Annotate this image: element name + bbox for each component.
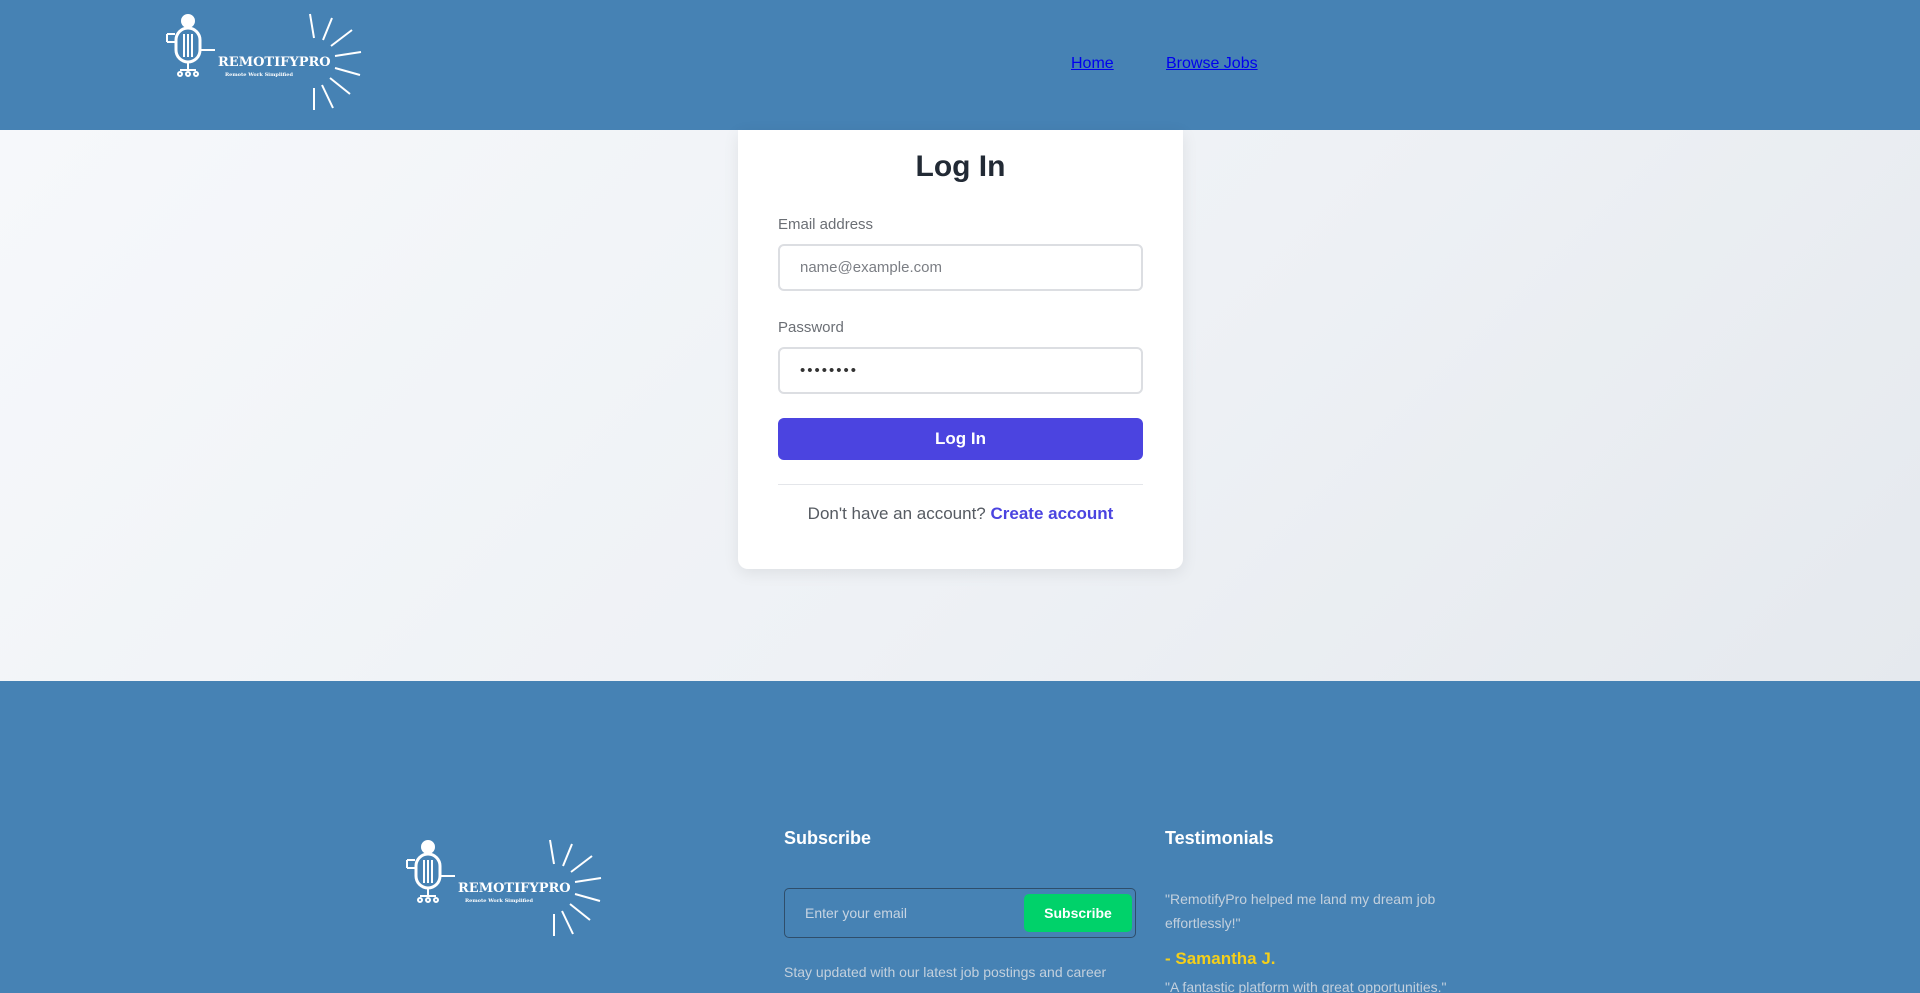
- login-button[interactable]: Log In: [778, 418, 1143, 460]
- subscribe-button[interactable]: Subscribe: [1024, 894, 1132, 932]
- logo-wordmark: REMOTIFYPRO: [218, 55, 331, 70]
- divider: [778, 484, 1143, 485]
- subscribe-form: Subscribe: [784, 888, 1136, 938]
- logo-wordmark: REMOTIFYPRO: [458, 881, 571, 896]
- testimonial-quote: "A fantastic platform with great opportu…: [1165, 979, 1447, 993]
- subscribe-email-input[interactable]: [791, 894, 1001, 932]
- create-account-link[interactable]: Create account: [991, 504, 1114, 523]
- login-title: Log In: [915, 150, 1006, 183]
- logo-tagline: Remote Work Simplified: [465, 898, 533, 904]
- no-account-text: Don't have an account?: [807, 504, 986, 523]
- login-card: Log In Email address Password Log In Don…: [738, 130, 1183, 569]
- password-field[interactable]: [778, 347, 1143, 394]
- email-label: Email address: [778, 216, 874, 233]
- email-field[interactable]: [778, 244, 1143, 291]
- subscribe-heading: Subscribe: [784, 828, 872, 848]
- testimonial-quote: "RemotifyPro helped me land my dream job…: [1165, 891, 1436, 931]
- password-label: Password: [778, 319, 844, 336]
- subscribe-description: Stay updated with our latest job posting…: [784, 964, 1107, 980]
- site-logo[interactable]: REMOTIFYPRO Remote Work Simplified: [163, 12, 363, 112]
- signup-prompt: Don't have an account? Create account: [738, 504, 1183, 524]
- site-header: REMOTIFYPRO Remote Work Simplified Home …: [0, 0, 1920, 130]
- testimonial-author: - Samantha J.: [1165, 949, 1276, 968]
- site-footer: Subscribe Testimonials Subscribe Stay up…: [0, 681, 1920, 993]
- logo-tagline: Remote Work Simplified: [225, 72, 293, 78]
- nav-browse-jobs-link[interactable]: Browse Jobs: [1166, 55, 1258, 73]
- testimonials-heading: Testimonials: [1165, 828, 1274, 848]
- footer-logo[interactable]: REMOTIFYPRO Remote Work Simplified: [403, 838, 603, 938]
- nav-home-link[interactable]: Home: [1071, 55, 1114, 73]
